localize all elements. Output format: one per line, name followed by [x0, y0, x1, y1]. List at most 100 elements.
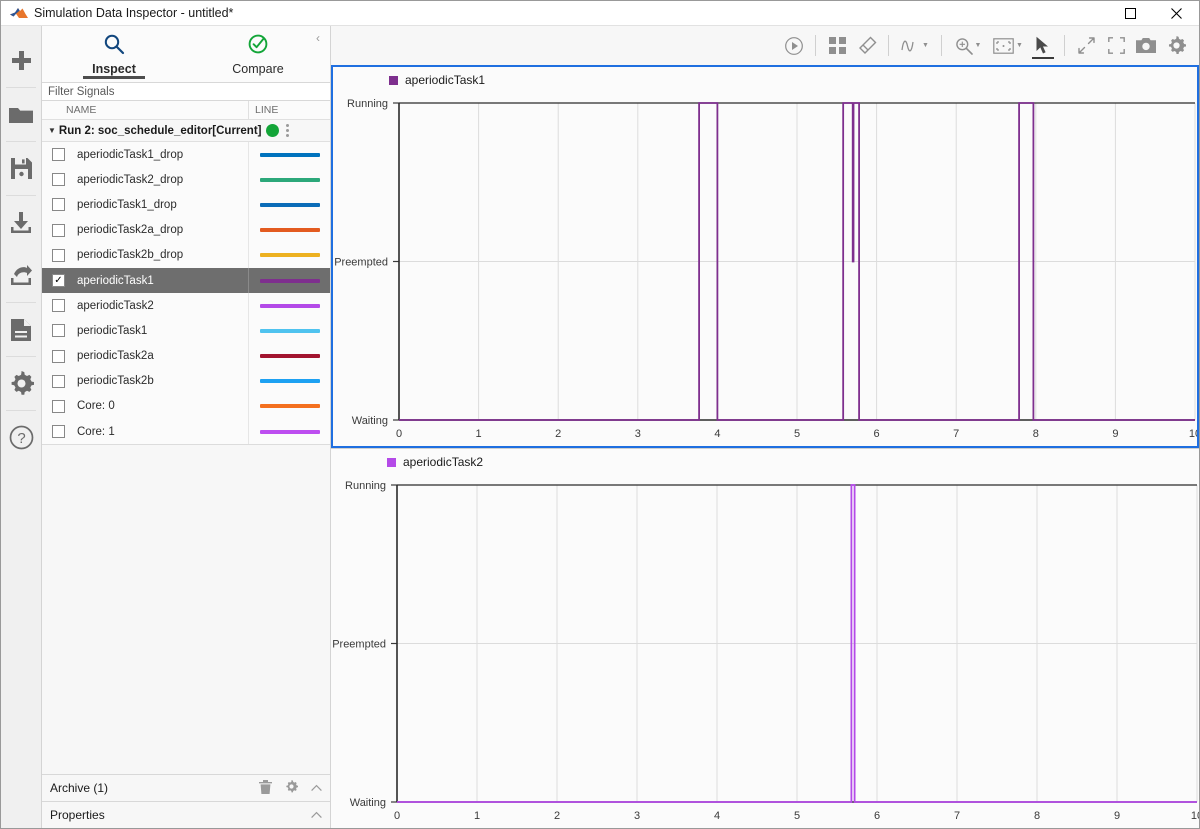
export-icon[interactable] — [1, 249, 42, 302]
signal-name: periodicTask1 — [77, 324, 148, 337]
chart-2[interactable]: aperiodicTask2 0 1 2 3 4 5 6 7 8 9 10 Running Preempt… — [331, 448, 1199, 828]
fullscreen-button[interactable] — [1101, 31, 1131, 61]
signal-line-cell[interactable] — [248, 368, 330, 394]
svg-text:6: 6 — [874, 810, 880, 822]
signal-line-cell[interactable] — [248, 419, 330, 445]
add-icon[interactable] — [1, 34, 42, 87]
pan-button[interactable] — [1071, 31, 1101, 61]
signal-line-swatch — [259, 228, 320, 233]
signal-checkbox[interactable] — [52, 173, 65, 187]
signal-line-cell[interactable] — [248, 267, 330, 294]
svg-text:1: 1 — [474, 810, 480, 822]
preferences-gear-icon[interactable] — [1, 357, 42, 410]
maximize-button[interactable] — [1107, 1, 1153, 26]
svg-text:8: 8 — [1034, 810, 1040, 822]
signal-checkbox[interactable] — [52, 148, 65, 162]
signal-checkbox[interactable] — [52, 299, 65, 313]
signal-checkbox[interactable] — [52, 374, 65, 388]
cursor-button[interactable] — [1028, 31, 1058, 61]
layout-button[interactable] — [822, 31, 852, 61]
chevron-down-icon[interactable]: ▼ — [975, 42, 982, 49]
gear-icon[interactable] — [285, 780, 299, 796]
signal-name: Core: 0 — [77, 400, 115, 413]
run-options-icon[interactable] — [285, 124, 289, 137]
simulation-data-inspector-window: Simulation Data Inspector - untitled* ? … — [0, 0, 1200, 829]
signal-row[interactable]: periodicTask2b — [42, 368, 330, 394]
signal-line-cell[interactable] — [248, 393, 330, 420]
clear-button[interactable] — [852, 31, 882, 61]
fit-view-button[interactable]: ▼ — [988, 31, 1028, 61]
signal-row[interactable]: aperiodicTask1_drop — [42, 142, 330, 168]
chart-1[interactable]: aperiodicTask1 0 1 2 3 4 5 6 7 8 9 10 Running Preempt… — [331, 65, 1199, 448]
settings-button[interactable] — [1161, 31, 1191, 61]
svg-text:Preempted: Preempted — [334, 257, 388, 269]
chevron-down-icon[interactable]: ▼ — [1016, 42, 1023, 49]
report-icon[interactable] — [1, 303, 42, 356]
run-label: Run 2: soc_schedule_editor[Current] — [58, 124, 262, 137]
help-icon[interactable]: ? — [1, 411, 42, 464]
search-input[interactable] — [48, 85, 330, 98]
signal-row[interactable]: ✓ aperiodicTask1 — [42, 267, 330, 294]
chevron-up-icon[interactable] — [311, 781, 322, 795]
signal-row[interactable]: periodicTask2b_drop — [42, 242, 330, 268]
svg-text:8: 8 — [1033, 428, 1039, 440]
archive-section[interactable]: Archive (1) — [42, 774, 330, 801]
close-button[interactable] — [1153, 1, 1199, 26]
properties-section[interactable]: Properties — [42, 801, 330, 828]
signal-name: periodicTask2b — [77, 375, 154, 388]
signal-row[interactable]: aperiodicTask2_drop — [42, 167, 330, 193]
signal-line-cell[interactable] — [248, 242, 330, 268]
chevron-down-icon[interactable]: ▼ — [48, 126, 56, 135]
signal-checkbox[interactable] — [52, 324, 65, 338]
signal-checkbox[interactable] — [52, 198, 65, 212]
svg-text:Running: Running — [347, 98, 388, 110]
chevron-up-icon[interactable] — [311, 808, 322, 822]
tab-compare-label: Compare — [232, 61, 284, 76]
collapse-panel-button[interactable]: ‹ — [310, 30, 326, 46]
signal-row[interactable]: Core: 1 — [42, 419, 330, 445]
snapshot-button[interactable] — [1131, 31, 1161, 61]
signal-row[interactable]: periodicTask1 — [42, 318, 330, 344]
signal-line-cell[interactable] — [248, 318, 330, 344]
open-folder-icon[interactable] — [1, 88, 42, 141]
tab-inspect[interactable]: Inspect — [42, 26, 186, 82]
check-circle-icon — [247, 33, 269, 60]
signal-line-swatch — [259, 429, 320, 434]
signal-style-button[interactable]: ▼ — [895, 31, 935, 61]
signal-checkbox[interactable]: ✓ — [52, 274, 65, 288]
plot-canvas[interactable]: 0 1 2 3 4 5 6 7 8 9 10 Running Preempted Waiting — [331, 475, 1199, 828]
signal-row[interactable]: periodicTask2a_drop — [42, 217, 330, 243]
signal-line-cell[interactable] — [248, 293, 330, 319]
signal-name: aperiodicTask2 — [77, 299, 154, 312]
svg-text:Preempted: Preempted — [332, 639, 386, 651]
signal-row[interactable]: aperiodicTask2 — [42, 293, 330, 319]
tab-compare[interactable]: Compare — [186, 26, 330, 82]
save-icon[interactable] — [1, 142, 42, 195]
zoom-button[interactable]: ▼ — [948, 31, 988, 61]
panel-tabs: Inspect Compare ‹ — [42, 26, 330, 82]
signal-line-cell[interactable] — [248, 343, 330, 369]
import-icon[interactable] — [1, 196, 42, 249]
properties-label: Properties — [50, 808, 105, 822]
run-group-row[interactable]: ▼ Run 2: soc_schedule_editor[Current] — [42, 120, 330, 142]
signal-checkbox[interactable] — [52, 425, 65, 439]
signal-line-swatch — [259, 404, 320, 409]
signal-row[interactable]: periodicTask1_drop — [42, 192, 330, 218]
signal-line-cell[interactable] — [248, 192, 330, 218]
signal-line-cell[interactable] — [248, 217, 330, 243]
legend-swatch — [387, 457, 396, 467]
signal-line-cell[interactable] — [248, 142, 330, 168]
run-button[interactable] — [779, 31, 809, 61]
signal-row[interactable]: Core: 0 — [42, 393, 330, 420]
signal-line-cell[interactable] — [248, 167, 330, 193]
properties-actions — [311, 808, 322, 822]
chevron-down-icon[interactable]: ▼ — [922, 42, 929, 49]
signal-row[interactable]: periodicTask2a — [42, 343, 330, 369]
signal-checkbox[interactable] — [52, 223, 65, 237]
signal-checkbox[interactable] — [52, 248, 65, 262]
plot-canvas[interactable]: 0 1 2 3 4 5 6 7 8 9 10 Running Preempted Waiting — [333, 93, 1197, 446]
svg-text:3: 3 — [635, 428, 641, 440]
trash-icon[interactable] — [259, 779, 272, 797]
signal-checkbox[interactable] — [52, 399, 65, 413]
signal-checkbox[interactable] — [52, 349, 65, 363]
